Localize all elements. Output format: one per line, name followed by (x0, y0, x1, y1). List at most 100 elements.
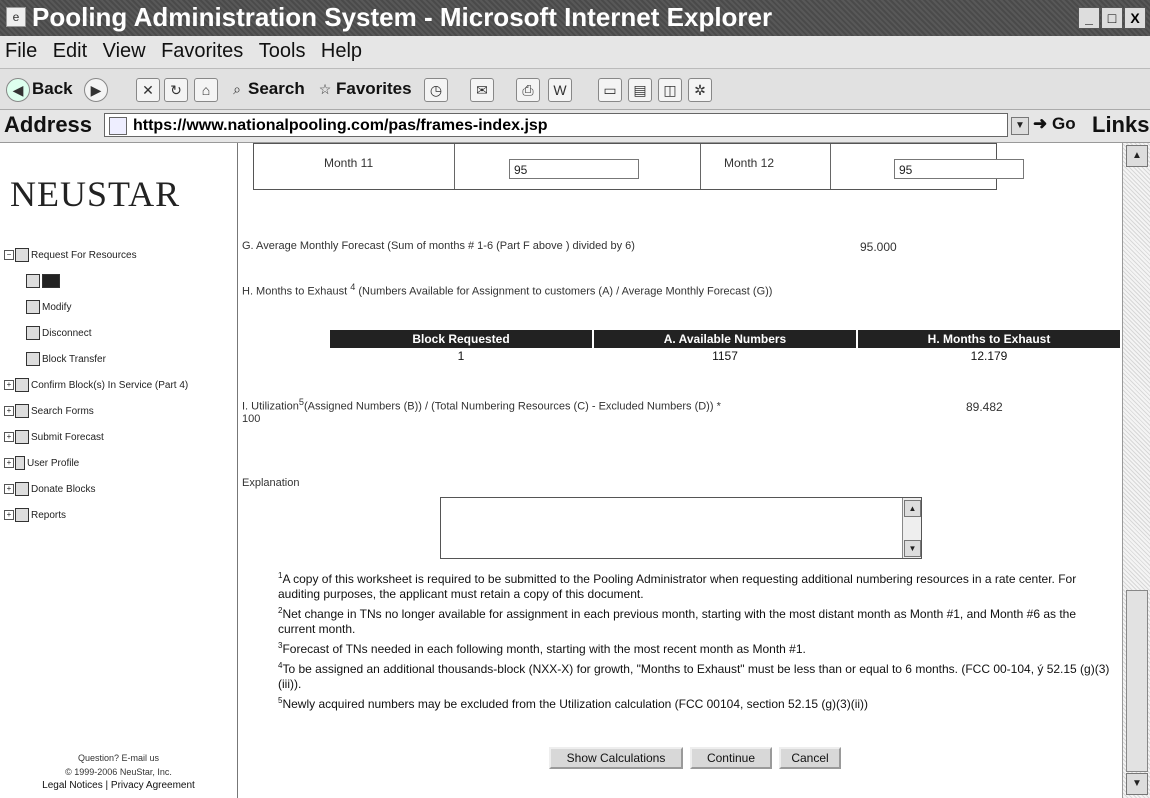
tree-item-label: Confirm Block(s) In Service (Part 4) (31, 380, 189, 391)
links-button[interactable]: Links (1092, 112, 1149, 138)
section-g-label: G. Average Monthly Forecast (Sum of mont… (242, 240, 635, 252)
address-input[interactable]: https://www.nationalpooling.com/pas/fram… (104, 113, 1008, 137)
header-block-requested: Block Requested (330, 330, 592, 348)
footnotes: 1A copy of this worksheet is required to… (278, 568, 1113, 713)
footnote-text: Newly acquired numbers may be excluded f… (282, 697, 869, 711)
table-divider (830, 144, 831, 189)
continue-button[interactable]: Continue (690, 747, 772, 769)
table-divider (700, 144, 701, 189)
explanation-textarea[interactable]: ▲ ▼ (440, 497, 922, 559)
expand-icon[interactable]: + (4, 458, 14, 469)
folder-icon (15, 248, 29, 263)
tree-item-confirm-blocks[interactable]: + Confirm Block(s) In Service (Part 4) (4, 373, 188, 399)
expand-icon[interactable]: + (4, 484, 14, 495)
minimize-button[interactable]: _ (1078, 7, 1100, 29)
forward-arrow-icon[interactable]: ▶ (84, 78, 108, 102)
section-i-text: (Assigned Numbers (B)) / (Total Numberin… (303, 400, 721, 413)
header-months-to-exhaust: H. Months to Exhaust (858, 330, 1120, 348)
expand-icon[interactable]: + (4, 432, 14, 443)
scroll-down-icon[interactable]: ▼ (1126, 773, 1148, 795)
edit-icon[interactable]: W (548, 78, 572, 102)
folder-icon (15, 404, 29, 419)
textarea-scrollbar[interactable]: ▲ ▼ (902, 498, 921, 558)
month-12-input[interactable]: 95 (894, 159, 1024, 179)
tree-item-label: User Profile (27, 458, 80, 469)
tree-item-reports[interactable]: + Reports (4, 503, 188, 529)
scrollbar-thumb[interactable] (1126, 590, 1148, 772)
menu-help[interactable]: Help (316, 36, 368, 63)
neustar-logo: NEUSTAR (10, 174, 181, 214)
star-icon[interactable]: ☆ (314, 78, 336, 100)
go-button[interactable]: ➜ Go (1033, 114, 1076, 134)
tree-item-selected[interactable] (4, 269, 188, 295)
tree-item-search-forms[interactable]: + Search Forms (4, 399, 188, 425)
section-i-text: I. Utilization (242, 400, 299, 413)
expand-icon[interactable]: + (4, 406, 14, 417)
search-icon[interactable]: ⌕ (226, 78, 248, 100)
expand-icon[interactable]: + (4, 510, 14, 521)
user-icon (15, 456, 25, 471)
footnote-3: 3Forecast of TNs needed in each followin… (278, 638, 1113, 657)
tree-item-disconnect[interactable]: Disconnect (4, 321, 188, 347)
refresh-icon[interactable]: ↻ (164, 78, 188, 102)
tools-icon[interactable]: ✲ (688, 78, 712, 102)
show-calculations-button[interactable]: Show Calculations (549, 747, 683, 769)
menu-file[interactable]: File (0, 36, 43, 63)
tree-item-donate-blocks[interactable]: + Donate Blocks (4, 477, 188, 503)
value-block-requested: 1 (457, 349, 465, 363)
menu-tools[interactable]: Tools (254, 36, 312, 63)
back-button[interactable]: Back (32, 77, 73, 101)
search-button[interactable]: Search (248, 77, 305, 101)
address-bar: Address https://www.nationalpooling.com/… (0, 110, 1150, 143)
menu-view[interactable]: View (98, 36, 152, 63)
history-icon[interactable]: ◷ (424, 78, 448, 102)
tree-item-request-for-resources[interactable]: − Request For Resources (4, 243, 188, 269)
expand-icon[interactable]: + (4, 380, 14, 391)
main-content: Month 11 95 Month 12 95 G. Average Month… (238, 143, 1122, 798)
messenger-icon[interactable]: ◫ (658, 78, 682, 102)
legal-links[interactable]: Legal Notices | Privacy Agreement (0, 779, 237, 793)
mail-icon[interactable]: ✉ (470, 78, 494, 102)
month-11-input[interactable]: 95 (509, 159, 639, 179)
tree-item-submit-forecast[interactable]: + Submit Forecast (4, 425, 188, 451)
navigation-sidebar: NEUSTAR − Request For Resources Modify Di… (0, 143, 238, 798)
footnote-text: Forecast of TNs needed in each following… (282, 642, 806, 656)
page-icon (26, 300, 40, 315)
menu-favorites[interactable]: Favorites (156, 36, 249, 63)
menu-edit[interactable]: Edit (48, 36, 93, 63)
print-icon[interactable]: ⎙ (516, 78, 540, 102)
folder-icon (15, 508, 29, 523)
scroll-up-icon[interactable]: ▲ (1126, 145, 1148, 167)
selected-item-highlight (42, 274, 60, 289)
back-arrow-icon[interactable]: ◀ (6, 78, 30, 102)
page-icon (109, 117, 127, 135)
page-scrollbar[interactable]: ▲ ▼ (1122, 143, 1150, 798)
tree-item-block-transfer[interactable]: Block Transfer (4, 347, 188, 373)
home-icon[interactable]: ⌂ (194, 78, 218, 102)
scroll-up-icon[interactable]: ▲ (904, 500, 921, 517)
email-us-link[interactable]: Question? E-mail us (0, 751, 237, 765)
page-icon (26, 326, 40, 341)
tree-item-modify[interactable]: Modify (4, 295, 188, 321)
favorites-button[interactable]: Favorites (336, 77, 412, 101)
tree-item-label: Donate Blocks (31, 484, 96, 495)
collapse-icon[interactable]: − (4, 250, 14, 261)
address-dropdown-icon[interactable]: ▼ (1011, 117, 1029, 135)
scroll-down-icon[interactable]: ▼ (904, 540, 921, 557)
research-icon[interactable]: ▤ (628, 78, 652, 102)
folder-icon (15, 430, 29, 445)
footnote-text: To be assigned an additional thousands-b… (278, 662, 1110, 691)
close-button[interactable]: X (1124, 7, 1146, 29)
browser-toolbar: ◀ Back ▶ ✕ ↻ ⌂ ⌕ Search ☆ Favorites ◷ ✉ … (0, 69, 1150, 110)
maximize-button[interactable]: □ (1101, 7, 1123, 29)
stop-icon[interactable]: ✕ (136, 78, 160, 102)
tree-item-label: Disconnect (42, 328, 92, 339)
footnote-text: A copy of this worksheet is required to … (278, 572, 1077, 601)
tree-item-user-profile[interactable]: + User Profile (4, 451, 188, 477)
ie-icon: e (6, 7, 26, 27)
discuss-icon[interactable]: ▭ (598, 78, 622, 102)
header-available-numbers: A. Available Numbers (594, 330, 856, 348)
sidebar-footer: Question? E-mail us © 1999-2006 NeuStar,… (0, 751, 237, 793)
cancel-button[interactable]: Cancel (779, 747, 841, 769)
month-forecast-table: Month 11 95 Month 12 95 (253, 143, 1024, 190)
